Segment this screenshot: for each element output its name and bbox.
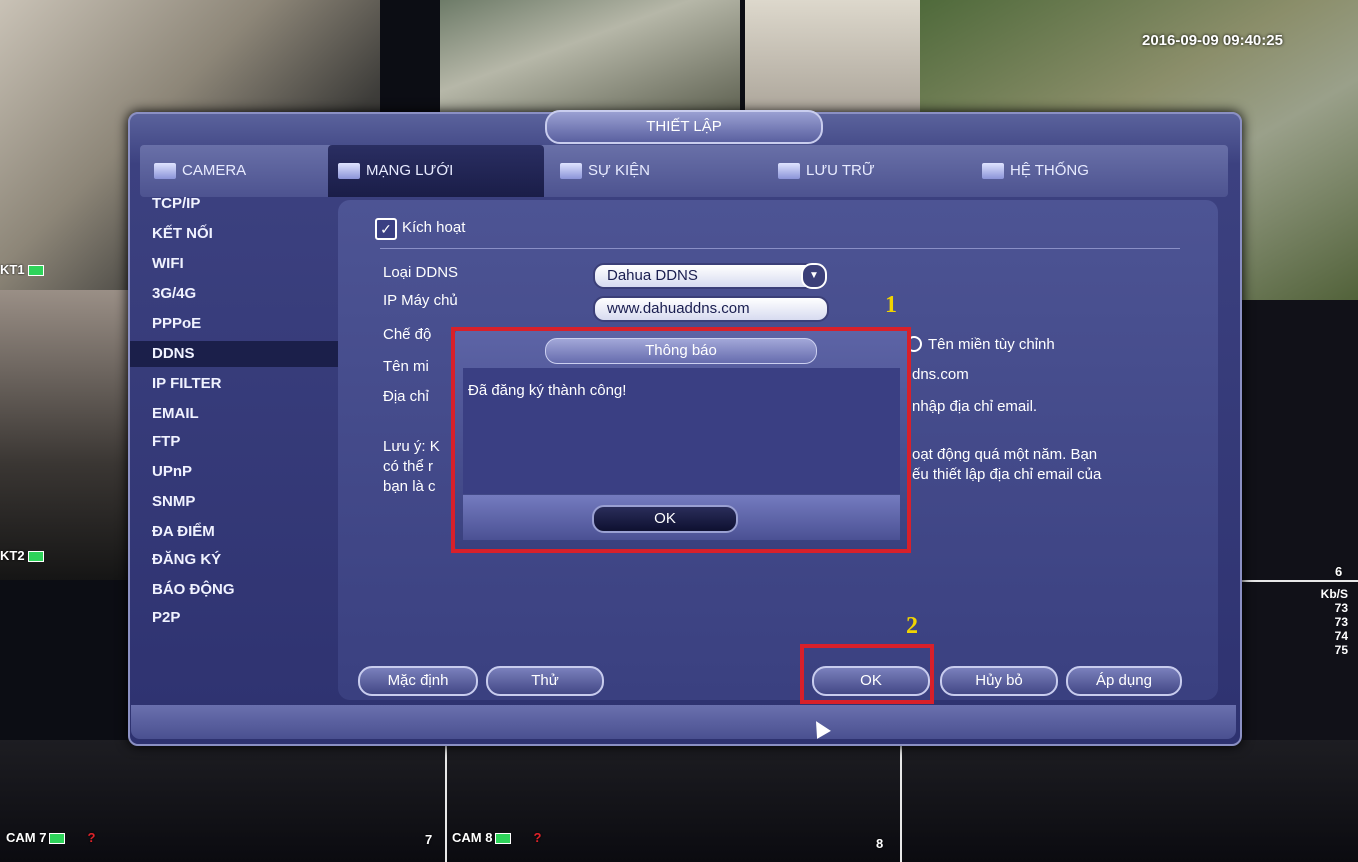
tab-camera[interactable]: CAMERA [140, 145, 342, 197]
channel-number-7: 7 [425, 832, 433, 847]
warning-icon: ? [533, 830, 542, 845]
window-footer [131, 705, 1236, 739]
sidebar-item-ip-filter[interactable]: IP FILTER [152, 375, 221, 392]
network-icon [338, 163, 360, 180]
bitrate-value: 73 [1334, 601, 1348, 615]
storage-icon [778, 163, 800, 180]
enable-checkbox[interactable]: ✓ [375, 218, 397, 240]
chevron-down-icon: ▼ [801, 263, 827, 289]
sidebar-item-p2p[interactable]: P2P [152, 609, 180, 626]
apply-button[interactable]: Áp dụng [1066, 666, 1182, 696]
domain-label: Tên mi [383, 358, 429, 375]
sidebar-item-email[interactable]: EMAIL [152, 405, 199, 422]
email-hint: nhập địa chỉ email. [912, 398, 1038, 415]
bitrate-header: Kb/S [1320, 587, 1348, 601]
grid-divider [445, 742, 447, 862]
warning-icon: ? [87, 830, 96, 845]
note-line-1: Lưu ý: K [383, 438, 440, 455]
sidebar-item-connection[interactable]: KẾT NỐI [152, 225, 213, 242]
tab-network[interactable]: MẠNG LƯỚI [328, 145, 544, 197]
mode-custom-label: Tên miền tùy chỉnh [928, 336, 1055, 353]
sidebar-item-ftp[interactable]: FTP [152, 433, 180, 450]
highlight-box-2 [800, 644, 934, 704]
timestamp: 2016-09-09 09:40:25 [1142, 32, 1283, 49]
channel-number-6: 6 [1335, 564, 1343, 579]
sidebar-item-ddns[interactable]: DDNS [130, 341, 340, 367]
camera-feed-right-mid [1238, 300, 1358, 740]
tab-system[interactable]: HỆ THỐNG [974, 145, 1182, 197]
camera-feed-bottom [0, 740, 1358, 862]
camera-label-kt2: KT2 [0, 548, 44, 563]
sidebar-item-3g4g[interactable]: 3G/4G [152, 285, 196, 302]
sidebar-item-alarm[interactable]: BÁO ĐỘNG [152, 581, 235, 598]
channel-number-8: 8 [876, 836, 884, 851]
highlight-box-1 [451, 327, 911, 553]
recording-indicator-icon [27, 265, 44, 277]
grid-divider [900, 742, 902, 862]
bitrate-panel: Kb/S 73 73 74 75 [1321, 587, 1348, 657]
sidebar-item-register[interactable]: ĐĂNG KÝ [152, 551, 221, 568]
sidebar-item-multicast[interactable]: ĐA ĐIỂM [152, 523, 215, 540]
mode-label: Chế độ [383, 326, 432, 343]
note-line-1-end: oạt động quá một năm. Bạn [912, 446, 1098, 463]
tab-storage[interactable]: LƯU TRỮ [770, 145, 958, 197]
ddns-type-label: Loại DDNS [383, 264, 459, 281]
note-line-3: bạn là c [383, 478, 436, 495]
annotation-marker-2: 2 [906, 613, 918, 639]
system-icon [982, 163, 1004, 180]
note-line-2-end: ếu thiết lập địa chỉ email của [912, 466, 1102, 483]
camera-label-cam7: CAM 7? [6, 830, 96, 845]
divider [380, 248, 1180, 249]
sidebar-item-pppoe[interactable]: PPPoE [152, 315, 201, 332]
cancel-button[interactable]: Hủy bỏ [940, 666, 1058, 696]
ddns-type-select[interactable]: Dahua DDNS ▼ [593, 263, 827, 289]
grid-divider [1238, 580, 1358, 582]
bitrate-value: 73 [1334, 615, 1348, 629]
camera-label-kt1: KT1 [0, 262, 44, 277]
sidebar-item-upnp[interactable]: UPnP [152, 463, 192, 480]
camera-icon [154, 163, 176, 180]
sidebar-item-tcpip[interactable]: TCP/IP [152, 195, 200, 212]
test-button[interactable]: Thử [486, 666, 604, 696]
enable-label: Kích hoạt [402, 219, 466, 236]
annotation-marker-1: 1 [885, 292, 897, 318]
recording-indicator-icon [27, 551, 44, 563]
domain-suffix: dns.com [912, 366, 969, 383]
sidebar-item-snmp[interactable]: SNMP [152, 493, 195, 510]
sidebar-item-wifi[interactable]: WIFI [152, 255, 184, 272]
default-button[interactable]: Mặc định [358, 666, 478, 696]
server-ip-label: IP Máy chủ [383, 292, 458, 309]
camera-label-cam8: CAM 8? [452, 830, 542, 845]
camera-feed-top-center [745, 0, 920, 120]
tab-event[interactable]: SỰ KIỆN [550, 145, 750, 197]
camera-feed-left-mid [0, 290, 128, 580]
window-title: THIẾT LẬP [545, 110, 823, 144]
email-label: Địa chỉ [383, 388, 429, 405]
tab-bar: CAMERA MẠNG LƯỚI SỰ KIỆN LƯU TRỮ HỆ THỐN… [140, 145, 1228, 197]
camera-feed-top-center-left [440, 0, 740, 120]
event-icon [560, 163, 582, 180]
bitrate-value: 75 [1334, 643, 1348, 657]
recording-indicator-icon [495, 833, 512, 845]
bitrate-value: 74 [1334, 629, 1348, 643]
note-line-2: có thể r [383, 458, 434, 475]
server-ip-input[interactable]: www.dahuaddns.com [593, 296, 829, 322]
recording-indicator-icon [49, 833, 66, 845]
